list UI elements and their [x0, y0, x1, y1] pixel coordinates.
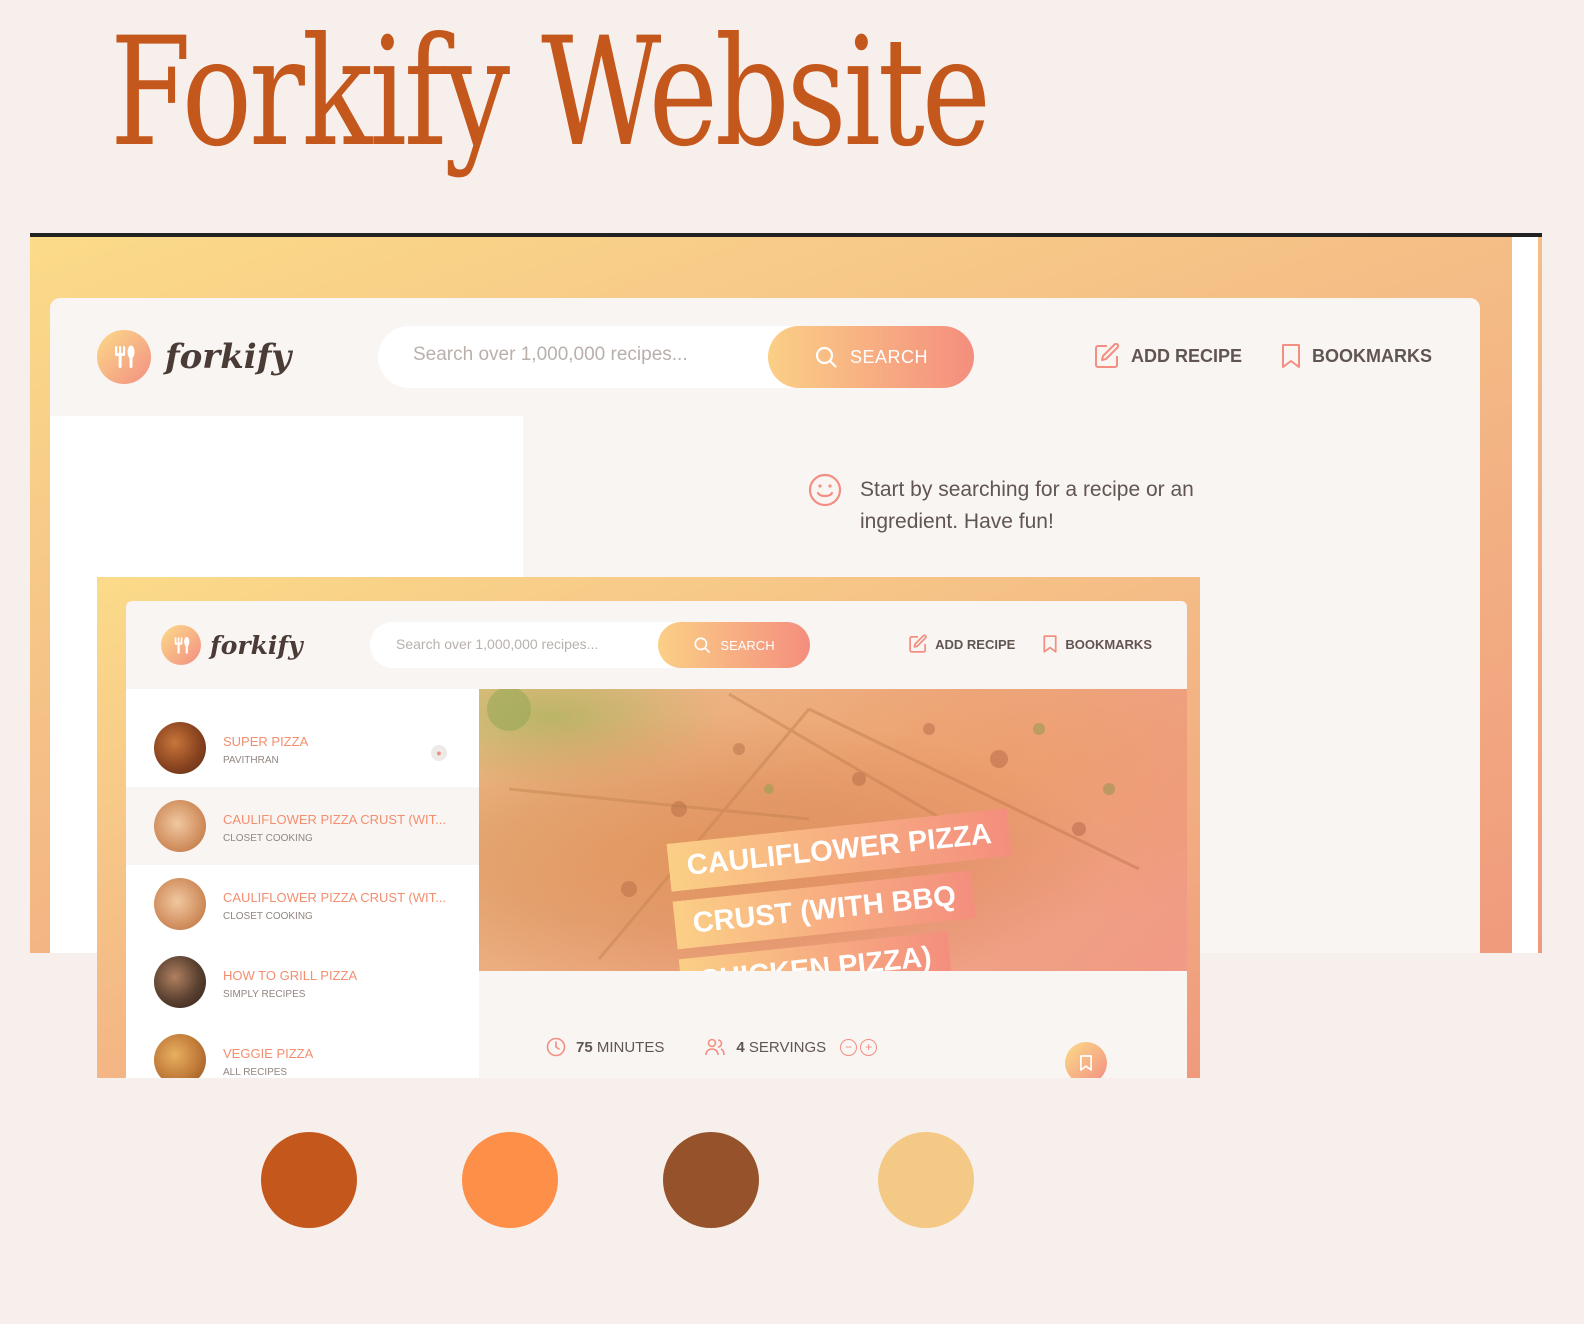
recipe-publisher: CLOSET COOKING — [223, 833, 313, 844]
recipe-image: CAULIFLOWER PIZZA CRUST (WITH BBQ CHICKE… — [479, 689, 1187, 971]
search-icon — [694, 637, 711, 653]
recipe-thumbnail — [154, 878, 206, 930]
app-container-small: forkify SEARCH ADD RECIPE BOOKMARKS SUPE… — [126, 601, 1187, 1078]
nav: ADD RECIPE BOOKMARKS — [908, 634, 1152, 654]
recipe-name: CAULIFLOWER PIZZA CRUST (WIT... — [223, 890, 446, 905]
recipe-publisher: PAVITHRAN — [223, 755, 279, 766]
smile-icon — [808, 473, 842, 507]
bookmarks-label: BOOKMARKS — [1065, 636, 1152, 652]
recipe-thumbnail — [154, 722, 206, 774]
screenshot-small: forkify SEARCH ADD RECIPE BOOKMARKS SUPE… — [97, 577, 1200, 1078]
edit-icon — [1094, 342, 1120, 368]
search-results-list: SUPER PIZZA PAVITHRAN ● CAULIFLOWER PIZZ… — [126, 689, 479, 1078]
recipe-time: 75 MINUTES — [546, 1037, 664, 1057]
bookmarks-button[interactable]: BOOKMARKS — [1280, 342, 1432, 370]
search-input[interactable] — [413, 344, 753, 366]
search-bar: SEARCH — [370, 622, 810, 668]
bookmark-icon — [1080, 1055, 1092, 1071]
color-swatch-1 — [261, 1132, 357, 1228]
color-swatch-3 — [663, 1132, 759, 1228]
logo[interactable]: forkify — [161, 625, 303, 665]
servings-label: SERVINGS — [748, 1038, 827, 1056]
list-item[interactable]: CAULIFLOWER PIZZA CRUST (WIT... CLOSET C… — [126, 865, 479, 943]
bookmark-icon — [1043, 635, 1057, 653]
add-recipe-button[interactable]: ADD RECIPE — [1093, 342, 1242, 370]
logo-text: forkify — [210, 630, 303, 660]
start-message: Start by searching for a recipe or an in… — [808, 473, 1228, 538]
recipe-name: CAULIFLOWER PIZZA CRUST (WIT... — [223, 812, 446, 827]
recipe-name: VEGGIE PIZZA — [223, 1046, 314, 1061]
logo-text: forkify — [165, 337, 292, 377]
recipe-servings: 4 SERVINGS — [704, 1037, 826, 1057]
recipe-thumbnail — [154, 1034, 206, 1078]
recipe-title: CAULIFLOWER PIZZA CRUST (WITH BBQ CHICKE… — [666, 803, 1022, 971]
search-icon — [815, 346, 837, 368]
edit-icon — [909, 634, 927, 653]
recipe-thumbnail — [154, 800, 206, 852]
recipe-publisher: ALL RECIPES — [223, 1067, 288, 1078]
bookmark-recipe-button[interactable] — [1065, 1042, 1107, 1078]
add-recipe-label: ADD RECIPE — [935, 636, 1016, 652]
fork-knife-icon — [161, 625, 201, 665]
servings-controls: − + — [840, 1038, 878, 1056]
user-generated-icon: ● — [431, 745, 447, 761]
recipe-publisher: SIMPLY RECIPES — [223, 989, 306, 1000]
nav: ADD RECIPE BOOKMARKS — [1093, 342, 1432, 370]
header: forkify SEARCH ADD RECIPE BOOKMARKS — [50, 298, 1480, 416]
increase-servings-button[interactable]: + — [860, 1038, 878, 1056]
recipe-name: HOW TO GRILL PIZZA — [223, 968, 358, 983]
list-item[interactable]: VEGGIE PIZZA ALL RECIPES — [126, 1021, 479, 1078]
search-input[interactable] — [396, 636, 636, 652]
minutes-label: MINUTES — [596, 1038, 665, 1056]
add-recipe-button[interactable]: ADD RECIPE — [908, 634, 1015, 654]
search-button[interactable]: SEARCH — [658, 622, 810, 668]
recipe-details: 75 MINUTES 4 SERVINGS − + — [546, 1037, 878, 1057]
search-bar: SEARCH — [378, 326, 974, 388]
minutes-value: 75 — [576, 1038, 593, 1056]
decrease-servings-button[interactable]: − — [840, 1038, 858, 1056]
color-swatch-2 — [462, 1132, 558, 1228]
screenshot-edge — [1512, 237, 1538, 953]
recipe-publisher: CLOSET COOKING — [223, 911, 313, 922]
users-icon — [705, 1038, 726, 1056]
recipe-thumbnail — [154, 956, 206, 1008]
servings-value: 4 — [736, 1038, 745, 1056]
search-button-label: SEARCH — [720, 637, 775, 653]
add-recipe-label: ADD RECIPE — [1130, 345, 1242, 366]
list-item[interactable]: SUPER PIZZA PAVITHRAN ● — [126, 709, 479, 787]
start-message-text: Start by searching for a recipe or an in… — [860, 478, 1194, 533]
bookmark-icon — [1282, 344, 1300, 368]
list-item[interactable]: CAULIFLOWER PIZZA CRUST (WIT... CLOSET C… — [126, 787, 479, 865]
logo[interactable]: forkify — [97, 330, 291, 384]
fork-knife-icon — [97, 330, 151, 384]
list-item[interactable]: HOW TO GRILL PIZZA SIMPLY RECIPES — [126, 943, 479, 1021]
page-title: Forkify Website — [110, 6, 991, 180]
search-button[interactable]: SEARCH — [768, 326, 974, 388]
search-button-label: SEARCH — [849, 346, 928, 367]
bookmarks-button[interactable]: BOOKMARKS — [1042, 634, 1152, 654]
clock-icon — [546, 1037, 566, 1057]
recipe-name: SUPER PIZZA — [223, 734, 309, 749]
color-swatch-4 — [878, 1132, 974, 1228]
bookmarks-label: BOOKMARKS — [1312, 345, 1432, 366]
